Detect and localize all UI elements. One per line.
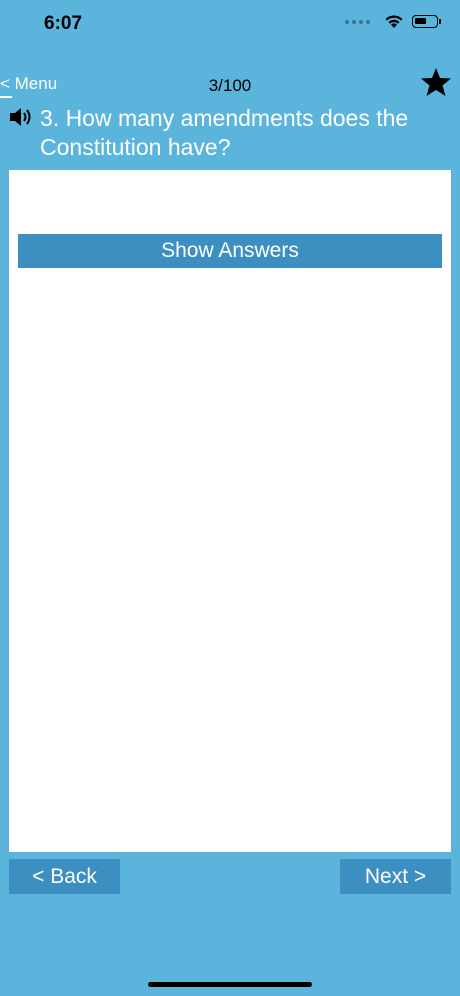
speaker-icon[interactable] bbox=[8, 106, 34, 128]
signal-dots-icon bbox=[345, 19, 370, 24]
next-button[interactable]: Next > bbox=[340, 859, 451, 894]
question-text: 3. How many amendments does the Constitu… bbox=[40, 105, 409, 160]
star-icon[interactable] bbox=[420, 66, 452, 98]
status-time: 6:07 bbox=[44, 13, 83, 34]
home-indicator[interactable] bbox=[148, 982, 312, 987]
status-bar: 6:07 bbox=[0, 0, 460, 50]
question-counter: 3/100 bbox=[208, 76, 252, 95]
show-answers-button[interactable]: Show Answers bbox=[18, 234, 442, 268]
back-button[interactable]: < Back bbox=[9, 859, 120, 894]
status-icons bbox=[345, 14, 441, 29]
answer-panel: Show Answers bbox=[9, 170, 451, 852]
menu-underline bbox=[0, 96, 12, 98]
battery-fill bbox=[415, 18, 426, 24]
battery-icon bbox=[412, 15, 441, 28]
wifi-icon bbox=[385, 15, 403, 28]
